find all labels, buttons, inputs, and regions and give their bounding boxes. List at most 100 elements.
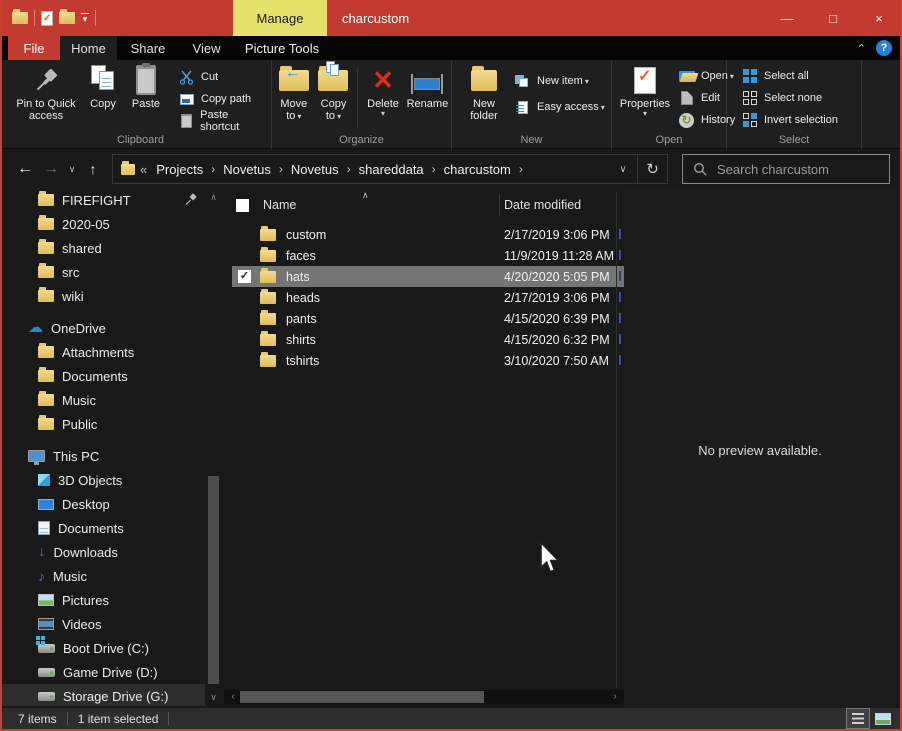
sidebar-scrollbar-thumb[interactable]	[208, 476, 219, 684]
folder-icon	[38, 266, 54, 278]
sidebar-item-boot-drive[interactable]: Boot Drive (C:)	[2, 636, 205, 660]
breadcrumb-item-novetus[interactable]: Novetus	[219, 162, 275, 177]
sidebar-item-public[interactable]: Public	[2, 412, 205, 436]
select-all-button[interactable]: Select all	[737, 65, 842, 87]
file-row-tshirts[interactable]: tshirts 3/10/2020 7:50 AM	[232, 350, 624, 371]
copy-path-button[interactable]: Copy path	[174, 88, 271, 110]
help-icon[interactable]: ?	[876, 40, 892, 56]
sidebar-item-videos[interactable]: Videos	[2, 612, 205, 636]
refresh-icon[interactable]: ↻	[637, 154, 667, 184]
new-folder-button[interactable]: New folder	[460, 65, 508, 122]
breadcrumb-overflow[interactable]: «	[139, 162, 148, 177]
easy-access-button[interactable]: Easy access	[510, 94, 609, 120]
tab-view[interactable]: View	[179, 36, 234, 60]
paste-shortcut-button[interactable]: Paste shortcut	[174, 110, 271, 132]
copy-to-button[interactable]: Copy to	[314, 65, 354, 123]
qat-new-folder-icon[interactable]	[59, 12, 75, 24]
tab-home[interactable]: Home	[60, 36, 117, 60]
sidebar-item-3d-objects[interactable]: 3D Objects	[2, 468, 205, 492]
desktop-icon	[38, 499, 54, 510]
tab-file[interactable]: File	[8, 36, 60, 60]
select-none-button[interactable]: Select none	[737, 87, 842, 109]
sidebar-item-firefight[interactable]: FIREFIGHT	[2, 188, 205, 212]
sidebar-item-documents-onedrive[interactable]: Documents	[2, 364, 205, 388]
scroll-up-icon[interactable]: ∧	[207, 190, 220, 204]
rename-button[interactable]: Rename	[404, 65, 451, 110]
copy-to-label: Copy to	[314, 98, 354, 123]
row-checkbox-checked[interactable]: ✓	[238, 270, 251, 283]
large-icons-view-button[interactable]	[872, 709, 894, 728]
tab-picture-tools[interactable]: Picture Tools	[235, 36, 329, 60]
ribbon-tab-row: File Home Share View Picture Tools ⌃ ?	[2, 36, 900, 60]
sidebar-item-pictures[interactable]: Pictures	[2, 588, 205, 612]
sidebar-item-2020-05[interactable]: 2020-05	[2, 212, 205, 236]
scroll-down-icon[interactable]: ∨	[207, 690, 220, 704]
column-separator[interactable]	[499, 194, 500, 216]
breadcrumb-item-novetus-2[interactable]: Novetus	[287, 162, 343, 177]
details-view-button[interactable]	[847, 709, 869, 728]
breadcrumb-separator-icon	[347, 162, 351, 176]
cut-button[interactable]: Cut	[174, 66, 271, 88]
sidebar-item-attachments[interactable]: Attachments	[2, 340, 205, 364]
sidebar-scrollbar[interactable]: ∧ ∨	[207, 188, 220, 706]
sidebar-item-desktop[interactable]: Desktop	[2, 492, 205, 516]
collapse-ribbon-icon[interactable]: ⌃	[857, 42, 866, 55]
breadcrumb-item-shareddata[interactable]: shareddata	[355, 162, 428, 177]
select-all-checkbox[interactable]	[236, 199, 249, 212]
forward-button[interactable]: →	[38, 160, 64, 178]
file-row-hats-selected[interactable]: ✓ hats 4/20/2020 5:05 PM	[232, 266, 624, 287]
address-dropdown-icon[interactable]: ∨	[609, 164, 637, 175]
copy-button[interactable]: Copy	[82, 65, 124, 110]
sidebar-item-music-onedrive[interactable]: Music	[2, 388, 205, 412]
copy-path-icon	[178, 94, 195, 105]
sidebar-item-wiki[interactable]: wiki	[2, 284, 205, 308]
sidebar-item-documents[interactable]: Documents	[2, 516, 205, 540]
scroll-right-icon[interactable]: ›	[608, 690, 622, 704]
scroll-left-icon[interactable]: ‹	[226, 690, 240, 704]
qat-folder-icon[interactable]	[12, 12, 28, 24]
column-header-date-modified[interactable]: Date modified	[504, 198, 581, 212]
sidebar-item-src[interactable]: src	[2, 260, 205, 284]
qat-properties-icon[interactable]	[41, 11, 53, 26]
file-row-custom[interactable]: custom 2/17/2019 3:06 PM	[232, 224, 624, 245]
sidebar-item-storage-drive[interactable]: Storage Drive (G:)	[2, 684, 205, 706]
tab-share[interactable]: Share	[117, 36, 179, 60]
horizontal-scrollbar[interactable]: ‹ ›	[224, 690, 624, 704]
paste-button[interactable]: Paste	[124, 65, 168, 110]
recent-locations-icon[interactable]: ∨	[64, 164, 80, 175]
invert-selection-button[interactable]: Invert selection	[737, 109, 842, 131]
manage-contextual-tab[interactable]: Manage	[233, 0, 327, 36]
copy-label: Copy	[90, 98, 116, 110]
file-row-heads[interactable]: heads 2/17/2019 3:06 PM	[232, 287, 624, 308]
pin-to-quick-access-button[interactable]: Pin to Quick access	[10, 65, 82, 122]
sidebar-item-shared[interactable]: shared	[2, 236, 205, 260]
new-item-button[interactable]: New item	[510, 68, 609, 94]
history-icon: ↻	[678, 113, 695, 128]
sidebar-item-this-pc[interactable]: This PC	[2, 444, 205, 468]
sidebar-item-game-drive[interactable]: Game Drive (D:)	[2, 660, 205, 684]
column-header-name[interactable]: Name	[263, 198, 296, 212]
minimize-button[interactable]: —	[764, 0, 810, 36]
breadcrumb-item-charcustom[interactable]: charcustom	[440, 162, 515, 177]
move-to-button[interactable]: ← Move to	[274, 65, 314, 123]
delete-button[interactable]: ✕ Delete	[362, 65, 404, 118]
ribbon-group-new: New folder New item Easy access New	[452, 60, 612, 149]
properties-icon	[634, 65, 656, 95]
address-bar[interactable]: « Projects Novetus Novetus shareddata ch…	[112, 154, 668, 184]
file-row-faces[interactable]: faces 11/9/2019 11:28 AM	[232, 245, 624, 266]
maximize-button[interactable]: □	[810, 0, 856, 36]
close-button[interactable]: ×	[856, 0, 902, 36]
breadcrumb-item-projects[interactable]: Projects	[152, 162, 207, 177]
sidebar-item-downloads[interactable]: ↓Downloads	[2, 540, 205, 564]
properties-button[interactable]: Properties	[616, 65, 674, 118]
search-input[interactable]	[715, 161, 865, 178]
sidebar-item-music[interactable]: ♪Music	[2, 564, 205, 588]
sidebar-item-label: 2020-05	[62, 217, 110, 232]
file-row-pants[interactable]: pants 4/15/2020 6:39 PM	[232, 308, 624, 329]
up-button[interactable]: ↑	[80, 161, 106, 177]
back-button[interactable]: ←	[12, 160, 38, 178]
qat-customize-dropdown-icon[interactable]	[81, 13, 89, 24]
file-row-shirts[interactable]: shirts 4/15/2020 6:32 PM	[232, 329, 624, 350]
sidebar-item-onedrive[interactable]: ☁OneDrive	[2, 316, 205, 340]
horizontal-scrollbar-thumb[interactable]	[240, 691, 484, 703]
